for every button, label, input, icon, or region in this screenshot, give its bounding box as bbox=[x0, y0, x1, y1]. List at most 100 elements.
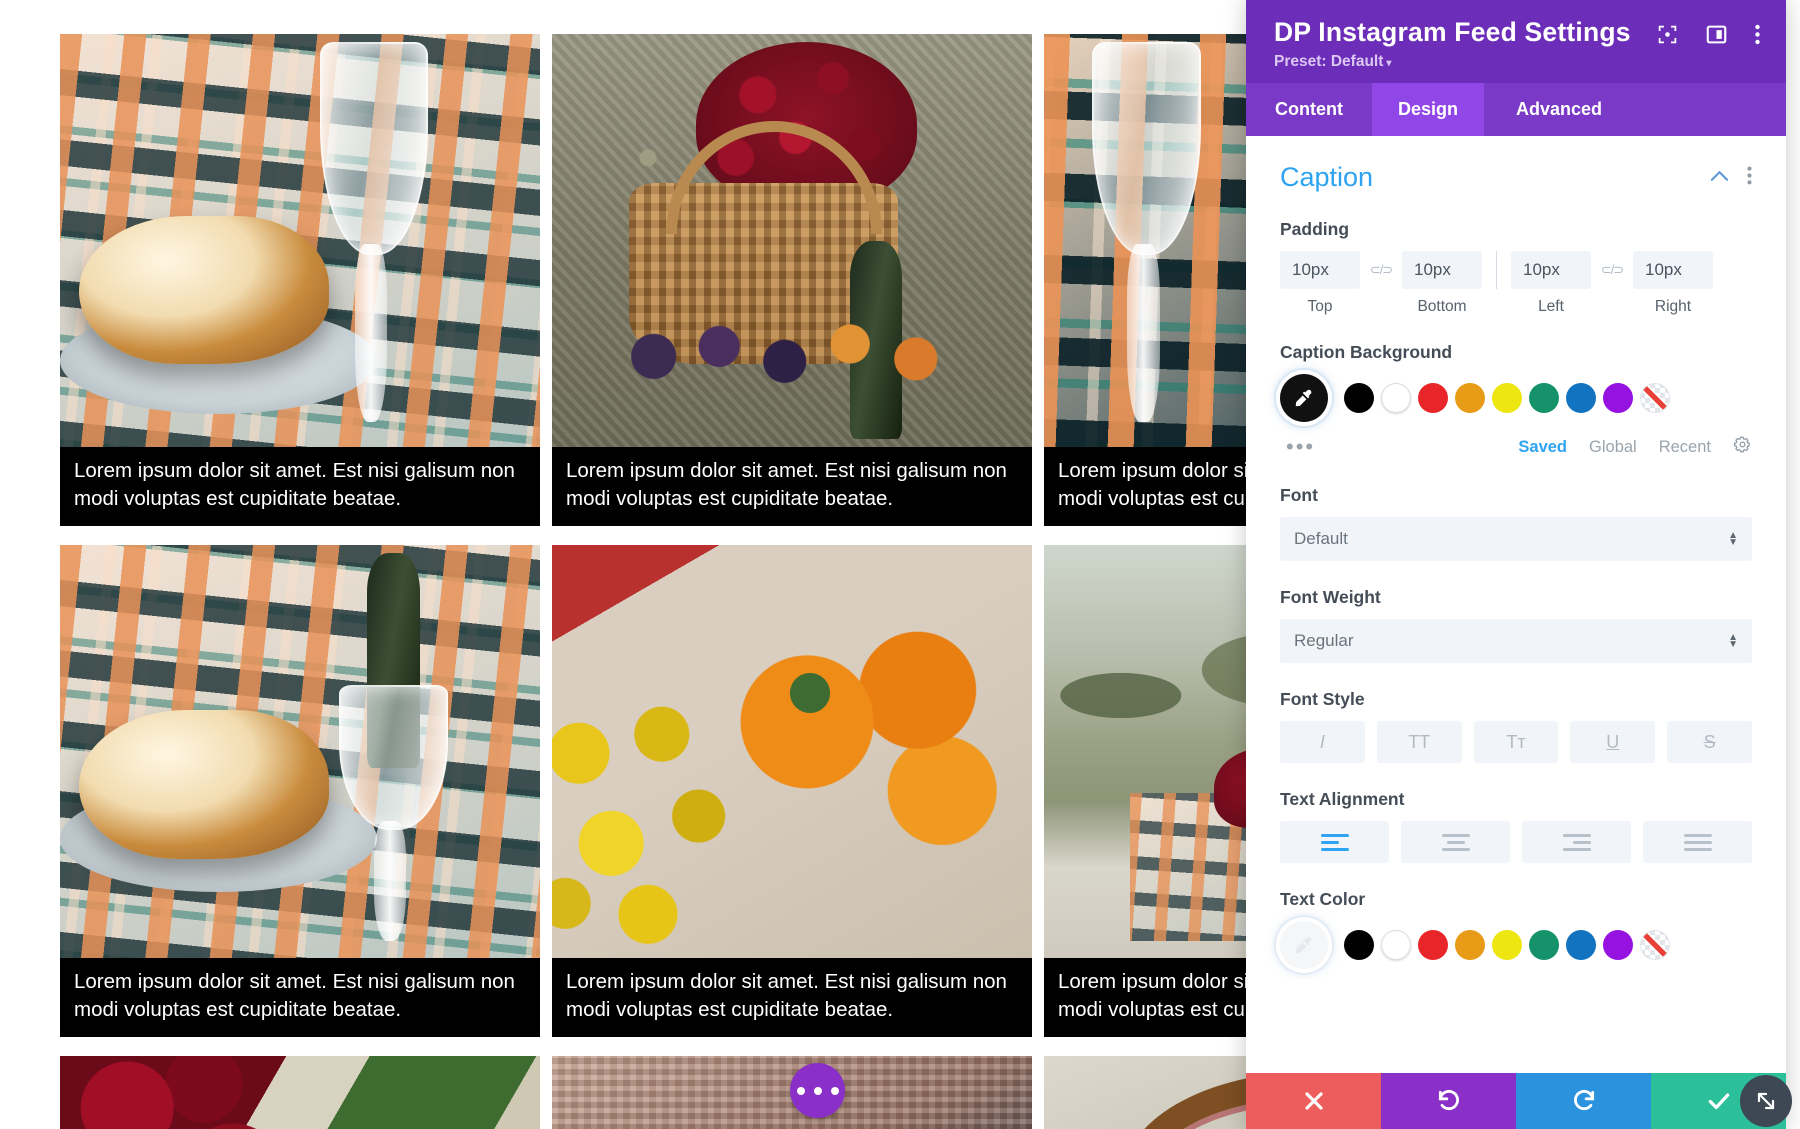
align-left-button[interactable] bbox=[1280, 821, 1389, 864]
section-kebab-menu-icon[interactable] bbox=[1747, 166, 1752, 190]
cancel-button[interactable] bbox=[1246, 1073, 1381, 1129]
align-justify-button[interactable] bbox=[1643, 821, 1752, 864]
font-weight-label: Font Weight bbox=[1280, 587, 1381, 608]
swatch-black[interactable] bbox=[1344, 383, 1374, 414]
swatch-orange[interactable] bbox=[1455, 930, 1485, 961]
more-swatches-button[interactable]: ••• bbox=[1286, 436, 1315, 458]
eyedropper-icon[interactable] bbox=[1280, 374, 1328, 423]
text-alignment-group: Text Alignment bbox=[1280, 789, 1752, 864]
swatch-yellow[interactable] bbox=[1492, 383, 1522, 414]
padding-top-input[interactable]: 10px bbox=[1280, 251, 1360, 290]
redo-button[interactable] bbox=[1516, 1073, 1651, 1129]
chevron-updown-icon: ▲ ▼ bbox=[1728, 632, 1738, 651]
font-weight-select[interactable]: Regular ▲ ▼ bbox=[1280, 619, 1752, 664]
swatch-tab-global[interactable]: Global bbox=[1589, 438, 1637, 457]
tab-advanced[interactable]: Advanced bbox=[1484, 83, 1634, 136]
chevron-up-icon[interactable] bbox=[1710, 169, 1729, 187]
text-color-label: Text Color bbox=[1280, 889, 1366, 910]
feed-image[interactable] bbox=[60, 545, 540, 958]
caption-section-header: Caption bbox=[1280, 162, 1752, 193]
chevron-updown-icon: ▲ ▼ bbox=[1728, 530, 1738, 549]
kebab-menu-icon[interactable] bbox=[1755, 24, 1760, 45]
swatch-transparent[interactable] bbox=[1640, 930, 1670, 961]
feed-image[interactable] bbox=[60, 34, 540, 447]
uppercase-button[interactable]: TT bbox=[1376, 721, 1462, 764]
swatch-white[interactable] bbox=[1381, 383, 1411, 414]
tab-content[interactable]: Content bbox=[1246, 83, 1372, 136]
swatch-white[interactable] bbox=[1381, 930, 1411, 961]
settings-modal: DP Instagram Feed Settings Preset: Defau… bbox=[1246, 0, 1786, 1129]
small-caps-glyph: Tᴛ bbox=[1506, 731, 1526, 752]
focus-icon[interactable] bbox=[1657, 24, 1678, 45]
preset-selector[interactable]: Preset: Default ▾ bbox=[1274, 53, 1758, 71]
swatch-purple[interactable] bbox=[1603, 383, 1633, 414]
font-select[interactable]: Default ▲ ▼ bbox=[1280, 517, 1752, 562]
modal-body: Caption Padding 10px Top ⊂/⊃ 10px Bottom… bbox=[1246, 136, 1786, 1073]
swatch-blue[interactable] bbox=[1566, 383, 1596, 414]
swatch-green[interactable] bbox=[1529, 383, 1559, 414]
caption-background-swatches bbox=[1280, 374, 1752, 423]
chevron-down-icon: ▾ bbox=[1386, 58, 1392, 70]
feed-image[interactable] bbox=[552, 545, 1032, 958]
swatch-green[interactable] bbox=[1529, 930, 1559, 961]
italic-glyph: I bbox=[1319, 731, 1325, 752]
font-style-group: Font Style I TT Tᴛ U S bbox=[1280, 689, 1752, 764]
undo-button[interactable] bbox=[1381, 1073, 1516, 1129]
dot-icon bbox=[796, 1086, 805, 1095]
strikethrough-button[interactable]: S bbox=[1667, 721, 1752, 764]
link-padding-top-bottom-icon[interactable]: ⊂/⊃ bbox=[1360, 251, 1402, 289]
swatch-purple[interactable] bbox=[1603, 930, 1633, 961]
feed-image[interactable] bbox=[60, 1056, 540, 1129]
feed-more-options-button[interactable] bbox=[790, 1063, 845, 1118]
align-justify-icon bbox=[1683, 833, 1712, 851]
strikethrough-glyph: S bbox=[1703, 731, 1716, 752]
feed-caption: Lorem ipsum dolor sit amet. Est nisi gal… bbox=[60, 958, 540, 1037]
feed-card[interactable]: Lorem ipsum dolor sit amet. Est nisi gal… bbox=[552, 545, 1032, 1037]
link-padding-left-right-icon[interactable]: ⊂/⊃ bbox=[1591, 251, 1633, 289]
font-weight-group: Font Weight Regular ▲ ▼ bbox=[1280, 587, 1752, 664]
padding-group: Padding 10px Top ⊂/⊃ 10px Bottom 10px Le… bbox=[1280, 219, 1752, 316]
swatch-tab-saved[interactable]: Saved bbox=[1518, 438, 1567, 457]
align-right-icon bbox=[1562, 833, 1591, 851]
font-weight-select-value: Regular bbox=[1294, 631, 1354, 651]
font-group: Font Default ▲ ▼ bbox=[1280, 485, 1752, 562]
align-right-button[interactable] bbox=[1522, 821, 1631, 864]
swatch-black[interactable] bbox=[1344, 930, 1374, 961]
align-center-button[interactable] bbox=[1401, 821, 1510, 864]
feed-card[interactable] bbox=[60, 1056, 540, 1129]
swatch-tab-recent[interactable]: Recent bbox=[1659, 438, 1711, 457]
feed-card[interactable]: Lorem ipsum dolor sit amet. Est nisi gal… bbox=[552, 34, 1032, 526]
underline-glyph: U bbox=[1606, 731, 1620, 752]
feed-card[interactable]: Lorem ipsum dolor sit amet. Est nisi gal… bbox=[60, 34, 540, 526]
feed-caption: Lorem ipsum dolor sit amet. Est nisi gal… bbox=[552, 447, 1032, 526]
padding-top-label: Top bbox=[1307, 298, 1333, 316]
feed-caption: Lorem ipsum dolor sit amet. Est nisi gal… bbox=[552, 958, 1032, 1037]
feed-image[interactable] bbox=[552, 34, 1032, 447]
swatch-yellow[interactable] bbox=[1492, 930, 1522, 961]
padding-bottom-input[interactable]: 10px bbox=[1402, 251, 1482, 290]
modal-footer bbox=[1246, 1073, 1786, 1129]
padding-right-input[interactable]: 10px bbox=[1633, 251, 1713, 290]
small-caps-button[interactable]: Tᴛ bbox=[1473, 721, 1559, 764]
swatch-orange[interactable] bbox=[1455, 383, 1485, 414]
text-alignment-label: Text Alignment bbox=[1280, 789, 1405, 810]
swatch-red[interactable] bbox=[1418, 383, 1448, 414]
gear-icon[interactable] bbox=[1733, 435, 1752, 459]
swatch-transparent[interactable] bbox=[1640, 383, 1670, 414]
italic-button[interactable]: I bbox=[1280, 721, 1365, 764]
caption-background-label: Caption Background bbox=[1280, 342, 1453, 363]
resize-diagonal-icon[interactable] bbox=[1740, 1075, 1792, 1127]
padding-left-input[interactable]: 10px bbox=[1511, 251, 1591, 290]
feed-card[interactable]: Lorem ipsum dolor sit amet. Est nisi gal… bbox=[60, 545, 540, 1037]
eyedropper-icon[interactable] bbox=[1280, 921, 1328, 970]
dot-icon bbox=[813, 1086, 822, 1095]
dot-icon bbox=[830, 1086, 839, 1095]
padding-bottom-label: Bottom bbox=[1417, 298, 1467, 316]
swatch-red[interactable] bbox=[1418, 930, 1448, 961]
padding-right-label: Right bbox=[1654, 298, 1692, 316]
swatch-blue[interactable] bbox=[1566, 930, 1596, 961]
layout-panel-icon[interactable] bbox=[1706, 24, 1727, 45]
tab-design[interactable]: Design bbox=[1372, 83, 1484, 137]
font-select-value: Default bbox=[1294, 529, 1348, 549]
underline-button[interactable]: U bbox=[1570, 721, 1656, 764]
